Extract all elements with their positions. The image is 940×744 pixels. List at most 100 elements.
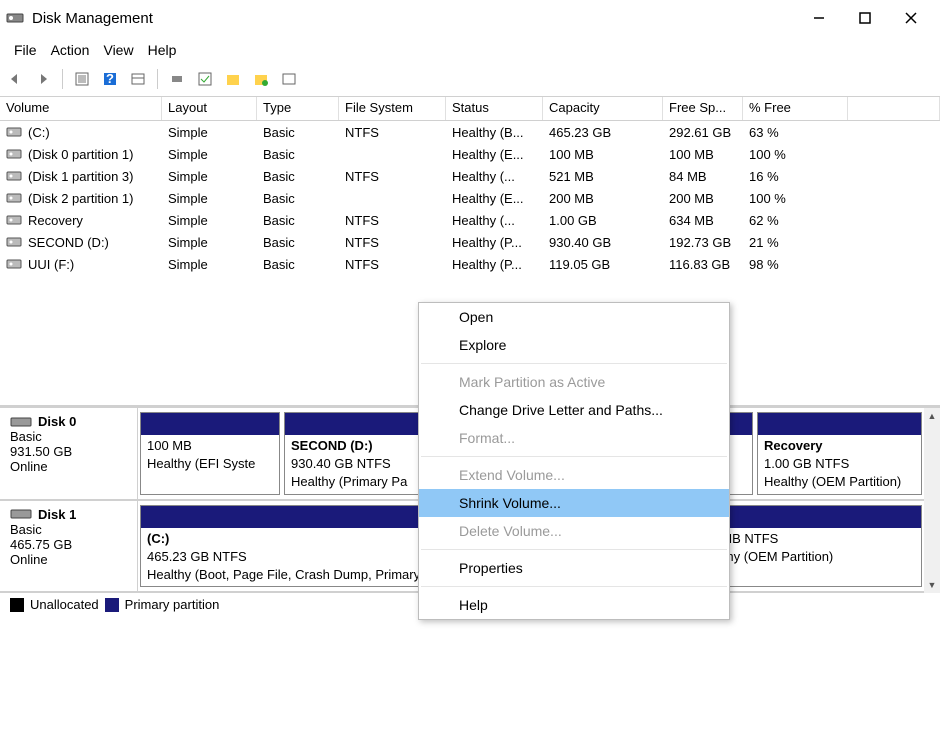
disk-status: Online <box>10 459 127 474</box>
volume-name: (Disk 1 partition 3) <box>28 169 133 184</box>
cell-type: Basic <box>257 256 339 273</box>
cell-type: Basic <box>257 190 339 207</box>
cell-free: 116.83 GB <box>663 256 743 273</box>
partition-status: Healthy (OEM Partition) <box>764 473 915 491</box>
volume-name: (Disk 2 partition 1) <box>28 191 133 206</box>
cell-layout: Simple <box>162 146 257 163</box>
disk-info[interactable]: Disk 1 Basic 465.75 GB Online <box>0 501 138 592</box>
menu-file[interactable]: File <box>8 40 43 60</box>
volume-name: Recovery <box>28 213 83 228</box>
cell-fs: NTFS <box>339 212 446 229</box>
close-button[interactable] <box>888 0 934 36</box>
partition-title: Recovery <box>764 437 915 455</box>
volume-icon <box>6 171 22 181</box>
table-header: Volume Layout Type File System Status Ca… <box>0 97 940 121</box>
disk-icon <box>10 416 32 428</box>
forward-button[interactable] <box>32 68 54 90</box>
table-row[interactable]: RecoverySimpleBasicNTFSHealthy (...1.00 … <box>0 209 940 231</box>
col-pct[interactable]: % Free <box>743 97 848 120</box>
partition-bar <box>758 413 921 435</box>
menu-item-open[interactable]: Open <box>419 303 729 331</box>
scroll-up-icon[interactable]: ▲ <box>924 408 940 424</box>
col-capacity[interactable]: Capacity <box>543 97 663 120</box>
cell-fs: NTFS <box>339 124 446 141</box>
vertical-scrollbar[interactable]: ▲ ▼ <box>924 408 940 593</box>
minimize-button[interactable] <box>796 0 842 36</box>
menu-item-format: Format... <box>419 424 729 452</box>
menu-item-shrink[interactable]: Shrink Volume... <box>419 489 729 517</box>
volume-name: UUI (F:) <box>28 257 74 272</box>
cell-free: 100 MB <box>663 146 743 163</box>
app-icon <box>6 9 24 27</box>
cell-pct: 21 % <box>743 234 848 251</box>
menu-view[interactable]: View <box>97 40 139 60</box>
cell-status: Healthy (E... <box>446 190 543 207</box>
table-row[interactable]: SECOND (D:)SimpleBasicNTFSHealthy (P...9… <box>0 231 940 253</box>
table-row[interactable]: (Disk 0 partition 1)SimpleBasicHealthy (… <box>0 143 940 165</box>
col-free[interactable]: Free Sp... <box>663 97 743 120</box>
scroll-down-icon[interactable]: ▼ <box>924 577 940 593</box>
menu-separator <box>421 456 727 457</box>
table-row[interactable]: UUI (F:)SimpleBasicNTFSHealthy (P...119.… <box>0 253 940 275</box>
cell-type: Basic <box>257 168 339 185</box>
cell-capacity: 200 MB <box>543 190 663 207</box>
table-row[interactable]: (Disk 1 partition 3)SimpleBasicNTFSHealt… <box>0 165 940 187</box>
col-fs[interactable]: File System <box>339 97 446 120</box>
cell-free: 84 MB <box>663 168 743 185</box>
menu-item-delete: Delete Volume... <box>419 517 729 545</box>
check-icon[interactable] <box>194 68 216 90</box>
help-icon[interactable]: ? <box>99 68 121 90</box>
cell-fs: NTFS <box>339 168 446 185</box>
menu-item-properties[interactable]: Properties <box>419 554 729 582</box>
disk-size: 931.50 GB <box>10 444 127 459</box>
table-row[interactable]: (Disk 2 partition 1) SimpleBasic Healthy (… <box>0 187 940 209</box>
refresh-icon[interactable] <box>71 68 93 90</box>
partition[interactable]: Recovery 1.00 GB NTFS Healthy (OEM Parti… <box>757 412 922 495</box>
menu-separator <box>421 549 727 550</box>
cell-pct: 62 % <box>743 212 848 229</box>
partition-size: 100 MB <box>147 437 273 455</box>
menu-item-help[interactable]: Help <box>419 591 729 619</box>
cell-layout: Simple <box>162 190 257 207</box>
menu-action[interactable]: Action <box>45 40 96 60</box>
folder-plus-icon[interactable] <box>250 68 272 90</box>
volume-icon <box>6 259 22 269</box>
partition-status: Healthy (EFI Syste <box>147 455 273 473</box>
legend-primary: Primary partition <box>125 597 220 612</box>
settings-icon[interactable] <box>166 68 188 90</box>
partition[interactable]: 100 MB Healthy (EFI Syste <box>140 412 280 495</box>
menu-item-explore[interactable]: Explore <box>419 331 729 359</box>
window-icon[interactable] <box>278 68 300 90</box>
menu-help[interactable]: Help <box>142 40 183 60</box>
back-button[interactable] <box>4 68 26 90</box>
partition-size: 1.00 GB NTFS <box>764 455 915 473</box>
legend-swatch-unallocated <box>10 598 24 612</box>
list-icon[interactable] <box>127 68 149 90</box>
cell-free: 192.73 GB <box>663 234 743 251</box>
cell-layout: Simple <box>162 234 257 251</box>
col-volume[interactable]: Volume <box>0 97 162 120</box>
table-body: (C:)SimpleBasicNTFSHealthy (B...465.23 G… <box>0 121 940 275</box>
cell-layout: Simple <box>162 256 257 273</box>
disk-name: Disk 1 <box>38 507 76 522</box>
disk-name: Disk 0 <box>38 414 76 429</box>
disk-info[interactable]: Disk 0 Basic 931.50 GB Online <box>0 408 138 499</box>
maximize-button[interactable] <box>842 0 888 36</box>
window-title: Disk Management <box>32 10 796 27</box>
cell-status: Healthy (P... <box>446 234 543 251</box>
menu-item-extend: Extend Volume... <box>419 461 729 489</box>
folder-icon[interactable] <box>222 68 244 90</box>
cell-status: Healthy (B... <box>446 124 543 141</box>
svg-text:?: ? <box>106 71 114 86</box>
cell-fs <box>339 153 446 155</box>
cell-capacity: 119.05 GB <box>543 256 663 273</box>
cell-status: Healthy (... <box>446 212 543 229</box>
volume-icon <box>6 237 22 247</box>
cell-free: 634 MB <box>663 212 743 229</box>
col-type[interactable]: Type <box>257 97 339 120</box>
table-row[interactable]: (C:)SimpleBasicNTFSHealthy (B...465.23 G… <box>0 121 940 143</box>
col-layout[interactable]: Layout <box>162 97 257 120</box>
menu-item-change-letter[interactable]: Change Drive Letter and Paths... <box>419 396 729 424</box>
col-status[interactable]: Status <box>446 97 543 120</box>
volume-icon <box>6 149 22 159</box>
